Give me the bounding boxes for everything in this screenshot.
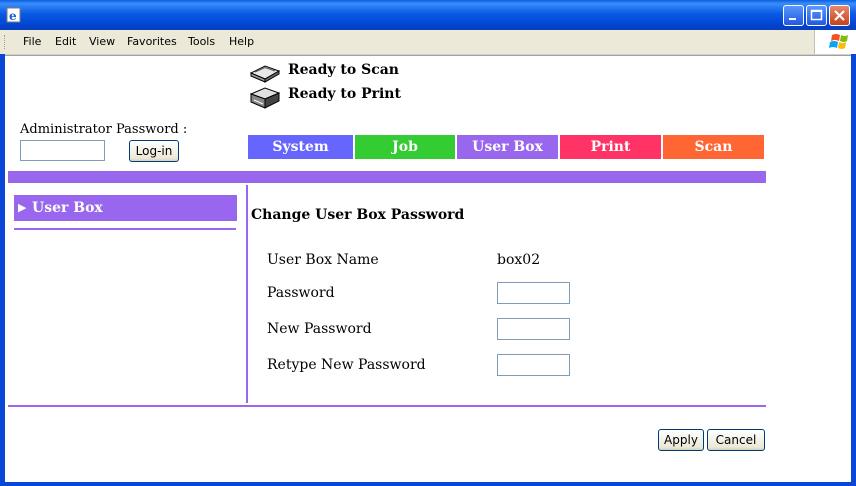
header-divider-band [8, 171, 766, 183]
admin-password-label: Administrator Password : [20, 122, 188, 137]
menu-bar: File Edit View Favorites Tools Help [0, 30, 856, 55]
menu-view[interactable]: View [89, 35, 115, 48]
toolbar-grip[interactable] [4, 35, 7, 49]
retype-new-password-input[interactable] [497, 354, 570, 376]
user-box-name-value: box02 [497, 252, 541, 268]
menu-tools[interactable]: Tools [188, 35, 215, 48]
footer-divider [8, 405, 766, 407]
password-label: Password [267, 285, 335, 301]
scan-status-text: Ready to Scan [288, 62, 399, 78]
page-top-border [5, 55, 851, 56]
sidebar-item-label: User Box [32, 200, 103, 216]
tab-job[interactable]: Job [355, 135, 455, 159]
apply-button[interactable]: Apply [658, 429, 704, 451]
sidebar-divider [246, 185, 248, 403]
close-button[interactable] [829, 5, 850, 26]
window-frame-right [851, 54, 856, 486]
print-status-text: Ready to Print [288, 86, 401, 102]
page-title: Change User Box Password [251, 207, 465, 223]
window-titlebar: e [0, 0, 856, 30]
menu-favorites[interactable]: Favorites [127, 35, 177, 48]
new-password-input[interactable] [497, 318, 570, 340]
tab-scan[interactable]: Scan [663, 135, 764, 159]
maximize-icon [810, 9, 823, 21]
svg-text:e: e [9, 9, 17, 23]
close-icon [834, 10, 845, 21]
sidebar-underline [14, 228, 236, 230]
minimize-button[interactable] [783, 5, 804, 26]
windows-flag-icon [829, 34, 848, 49]
cancel-button[interactable]: Cancel [707, 429, 765, 451]
sidebar-item-user-box[interactable]: ▶ User Box [14, 195, 237, 221]
tab-user-box[interactable]: User Box [457, 135, 558, 159]
scanner-icon [249, 65, 281, 83]
window-frame-bottom [0, 482, 856, 486]
menu-edit[interactable]: Edit [55, 35, 76, 48]
login-button[interactable]: Log-in [129, 140, 179, 162]
menu-help[interactable]: Help [229, 35, 254, 48]
minimize-icon [789, 18, 796, 20]
maximize-button[interactable] [806, 5, 827, 26]
printer-icon [249, 87, 281, 109]
retype-new-password-label: Retype New Password [267, 357, 426, 373]
window-frame-left [0, 54, 5, 486]
triangle-right-icon: ▶ [18, 201, 27, 214]
password-input[interactable] [497, 282, 570, 304]
windows-logo [814, 30, 856, 54]
tab-system[interactable]: System [248, 135, 353, 159]
user-box-name-label: User Box Name [267, 252, 379, 268]
ie-icon: e [6, 7, 21, 23]
admin-password-input[interactable] [20, 140, 105, 161]
tab-print[interactable]: Print [560, 135, 661, 159]
new-password-label: New Password [267, 321, 372, 337]
menu-file[interactable]: File [23, 35, 41, 48]
